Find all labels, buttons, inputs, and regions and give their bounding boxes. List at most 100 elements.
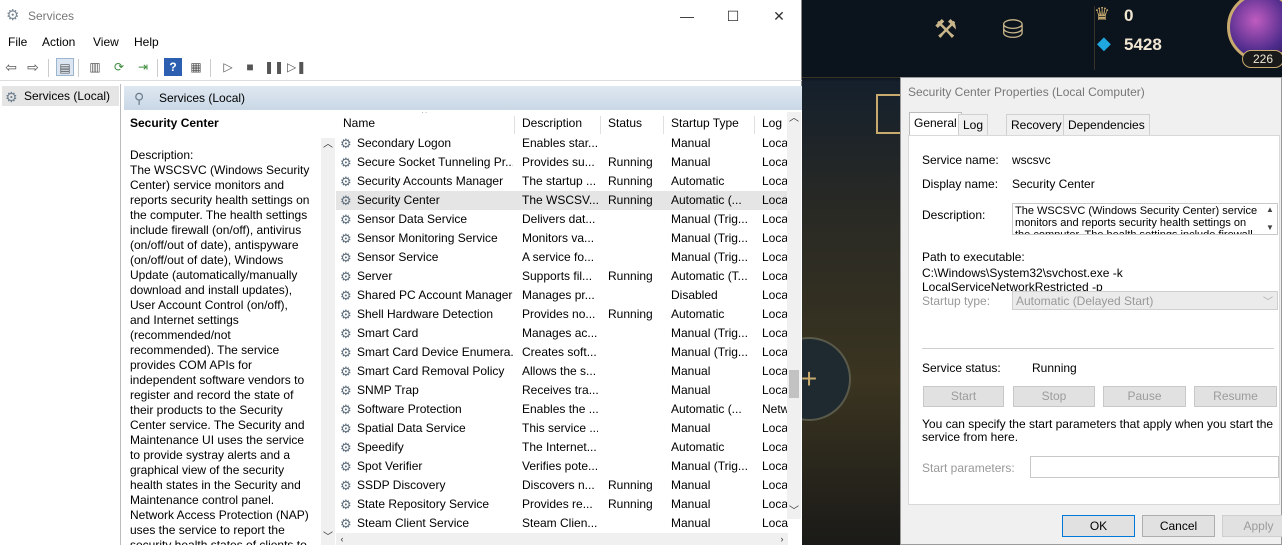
column-startup-type[interactable]: Startup Type [671, 116, 739, 130]
service-log-on-as: Loca [762, 478, 788, 492]
service-name: Secure Socket Tunneling Pr... [357, 155, 513, 169]
service-log-on-as: Loca [762, 288, 788, 302]
table-row[interactable]: ⚙ Security Center The WSCSV... Running Autom… [336, 191, 788, 210]
tree-node-services-local[interactable]: ⚙ Services (Local) [2, 86, 119, 106]
table-row[interactable]: ⚙ Smart Card Removal Policy Allows the s..… [336, 362, 788, 381]
column-description[interactable]: Description [522, 116, 582, 130]
service-description: Enables the ... [522, 402, 598, 416]
stop-service-icon[interactable]: ■ [241, 58, 259, 76]
start-params-label: Start parameters: [922, 461, 1015, 475]
column-log-on-as[interactable]: Log [762, 116, 782, 130]
cancel-button[interactable]: Cancel [1142, 515, 1215, 537]
dialog-title: Security Center Properties (Local Comput… [908, 85, 1145, 99]
apply-button[interactable]: Apply [1222, 515, 1282, 537]
service-gear-icon: ⚙ [340, 459, 352, 474]
table-row[interactable]: ⚙ Smart Card Device Enumera... Creates sof… [336, 343, 788, 362]
resume-button[interactable]: Resume [1194, 386, 1277, 407]
scrollbar-thumb[interactable] [789, 370, 799, 398]
close-button[interactable]: ✕ [756, 0, 802, 32]
column-divider[interactable] [663, 116, 664, 134]
show-hide-tree-icon[interactable]: ▤ [56, 58, 74, 76]
scroll-left-arrow-icon[interactable]: ‹ [336, 533, 348, 545]
scroll-right-arrow-icon[interactable]: › [776, 533, 788, 545]
description-textbox[interactable]: The WSCSVC (Windows Security Center) ser… [1012, 203, 1278, 235]
table-row[interactable]: ⚙ SSDP Discovery Discovers n... Running Manu… [336, 476, 788, 495]
table-row[interactable]: ⚙ Spot Verifier Verifies pote... Manual (Tr… [336, 457, 788, 476]
scroll-up-arrow-icon[interactable]: ︿ [787, 112, 801, 126]
start-button[interactable]: Start [923, 386, 1004, 407]
properties-sheet-icon[interactable]: ▥ [86, 58, 104, 76]
table-row[interactable]: ⚙ SNMP Trap Receives tra... Manual Loca [336, 381, 788, 400]
table-row[interactable]: ⚙ Sensor Monitoring Service Monitors va...… [336, 229, 788, 248]
scroll-down-arrow-icon[interactable]: ▼ [1263, 222, 1277, 234]
search-icon: ⚲ [134, 90, 145, 106]
menu-file[interactable]: File [8, 35, 27, 49]
scroll-up-arrow-icon[interactable]: ▲ [1263, 204, 1277, 216]
tab-general[interactable]: General [909, 112, 962, 136]
scroll-up-arrow-icon[interactable]: ︿ [321, 138, 335, 152]
horizontal-scrollbar[interactable]: ‹ › [336, 533, 788, 545]
tab-log-on[interactable]: Log On [958, 114, 989, 153]
refresh-icon[interactable]: ⟳ [110, 58, 128, 76]
service-gear-icon: ⚙ [340, 326, 352, 341]
service-description: Discovers n... [522, 478, 595, 492]
service-description: Receives tra... [522, 383, 598, 397]
export-list-icon[interactable]: ⇥ [134, 58, 152, 76]
description-label: Description: [922, 208, 986, 222]
pause-service-icon[interactable]: ❚❚ [264, 58, 284, 76]
stop-button[interactable]: Stop [1013, 386, 1095, 407]
start-params-input[interactable] [1030, 456, 1279, 478]
service-name: Spatial Data Service [357, 421, 466, 435]
menu-action[interactable]: Action [42, 35, 75, 49]
menu-view[interactable]: View [93, 35, 119, 49]
maximize-button[interactable]: ☐ [710, 0, 756, 32]
description-scrollbar[interactable]: ︿ ﹀ [321, 138, 335, 545]
table-row[interactable]: ⚙ Secondary Logon Enables star... Manual Loc… [336, 134, 788, 153]
help-icon[interactable]: ? [164, 58, 182, 76]
tab-recovery[interactable]: Recovery [1006, 114, 1067, 135]
coins-stack-icon[interactable]: ⛁ [1002, 14, 1024, 45]
menu-help[interactable]: Help [134, 35, 159, 49]
table-row[interactable]: ⚙ Speedify The Internet... Automatic Loca [336, 438, 788, 457]
table-row[interactable]: ⚙ Spatial Data Service This service ... Man… [336, 419, 788, 438]
scroll-down-arrow-icon[interactable]: ﹀ [787, 505, 801, 519]
minimize-button[interactable]: — [664, 0, 710, 32]
column-divider[interactable] [600, 116, 601, 134]
column-status[interactable]: Status [608, 116, 642, 130]
summoner-level-badge: 226 [1242, 50, 1282, 68]
table-row[interactable]: ⚙ Shell Hardware Detection Provides no... R… [336, 305, 788, 324]
forward-arrow-icon[interactable]: ⇨ [24, 58, 42, 76]
service-gear-icon: ⚙ [340, 155, 352, 170]
services-titlebar: ⚙ Services — ☐ ✕ [0, 0, 801, 33]
table-row[interactable]: ⚙ Software Protection Enables the ... Autom… [336, 400, 788, 419]
tab-dependencies[interactable]: Dependencies [1063, 114, 1150, 135]
table-row[interactable]: ⚙ Smart Card Manages ac... Manual (Trig... L… [336, 324, 788, 343]
service-gear-icon: ⚙ [340, 440, 352, 455]
startup-type-select[interactable]: Automatic (Delayed Start) ﹀ [1012, 291, 1278, 310]
table-row[interactable]: ⚙ Sensor Data Service Delivers dat... Manua… [336, 210, 788, 229]
crafting-hammer-icon[interactable]: ⚒ [934, 14, 957, 45]
console-view-icon[interactable]: ▦ [187, 58, 205, 76]
table-row[interactable]: ⚙ Steam Client Service Steam Clien... Manua… [336, 514, 788, 533]
scroll-down-arrow-icon[interactable]: ﹀ [321, 531, 335, 545]
pause-button[interactable]: Pause [1103, 386, 1186, 407]
ok-button[interactable]: OK [1062, 515, 1135, 537]
table-row[interactable]: ⚙ Sensor Service A service fo... Manual (Tr… [336, 248, 788, 267]
column-divider[interactable] [514, 116, 515, 134]
restart-service-icon[interactable]: ▷❚ [287, 58, 306, 76]
list-scrollbar[interactable]: ︿ ﹀ [787, 112, 801, 519]
service-name: Sensor Data Service [357, 212, 468, 226]
table-row[interactable]: ⚙ Security Accounts Manager The startup ..… [336, 172, 788, 191]
table-row[interactable]: ⚙ Secure Socket Tunneling Pr... Provides s… [336, 153, 788, 172]
start-service-icon[interactable]: ▷ [219, 58, 237, 76]
toolbar-divider [78, 59, 79, 77]
table-row[interactable]: ⚙ Server Supports fil... Running Automatic (… [336, 267, 788, 286]
table-row[interactable]: ⚙ Shared PC Account Manager Manages pr... D… [336, 286, 788, 305]
table-row[interactable]: ⚙ State Repository Service Provides re... R… [336, 495, 788, 514]
add-party-button[interactable]: + [802, 337, 851, 421]
description-scrollbar[interactable]: ▲ ▼ [1263, 204, 1277, 234]
back-arrow-icon[interactable]: ⇦ [2, 58, 20, 76]
column-name[interactable]: Name [343, 116, 375, 130]
toolbar-divider [210, 59, 211, 77]
column-divider[interactable] [754, 116, 755, 134]
